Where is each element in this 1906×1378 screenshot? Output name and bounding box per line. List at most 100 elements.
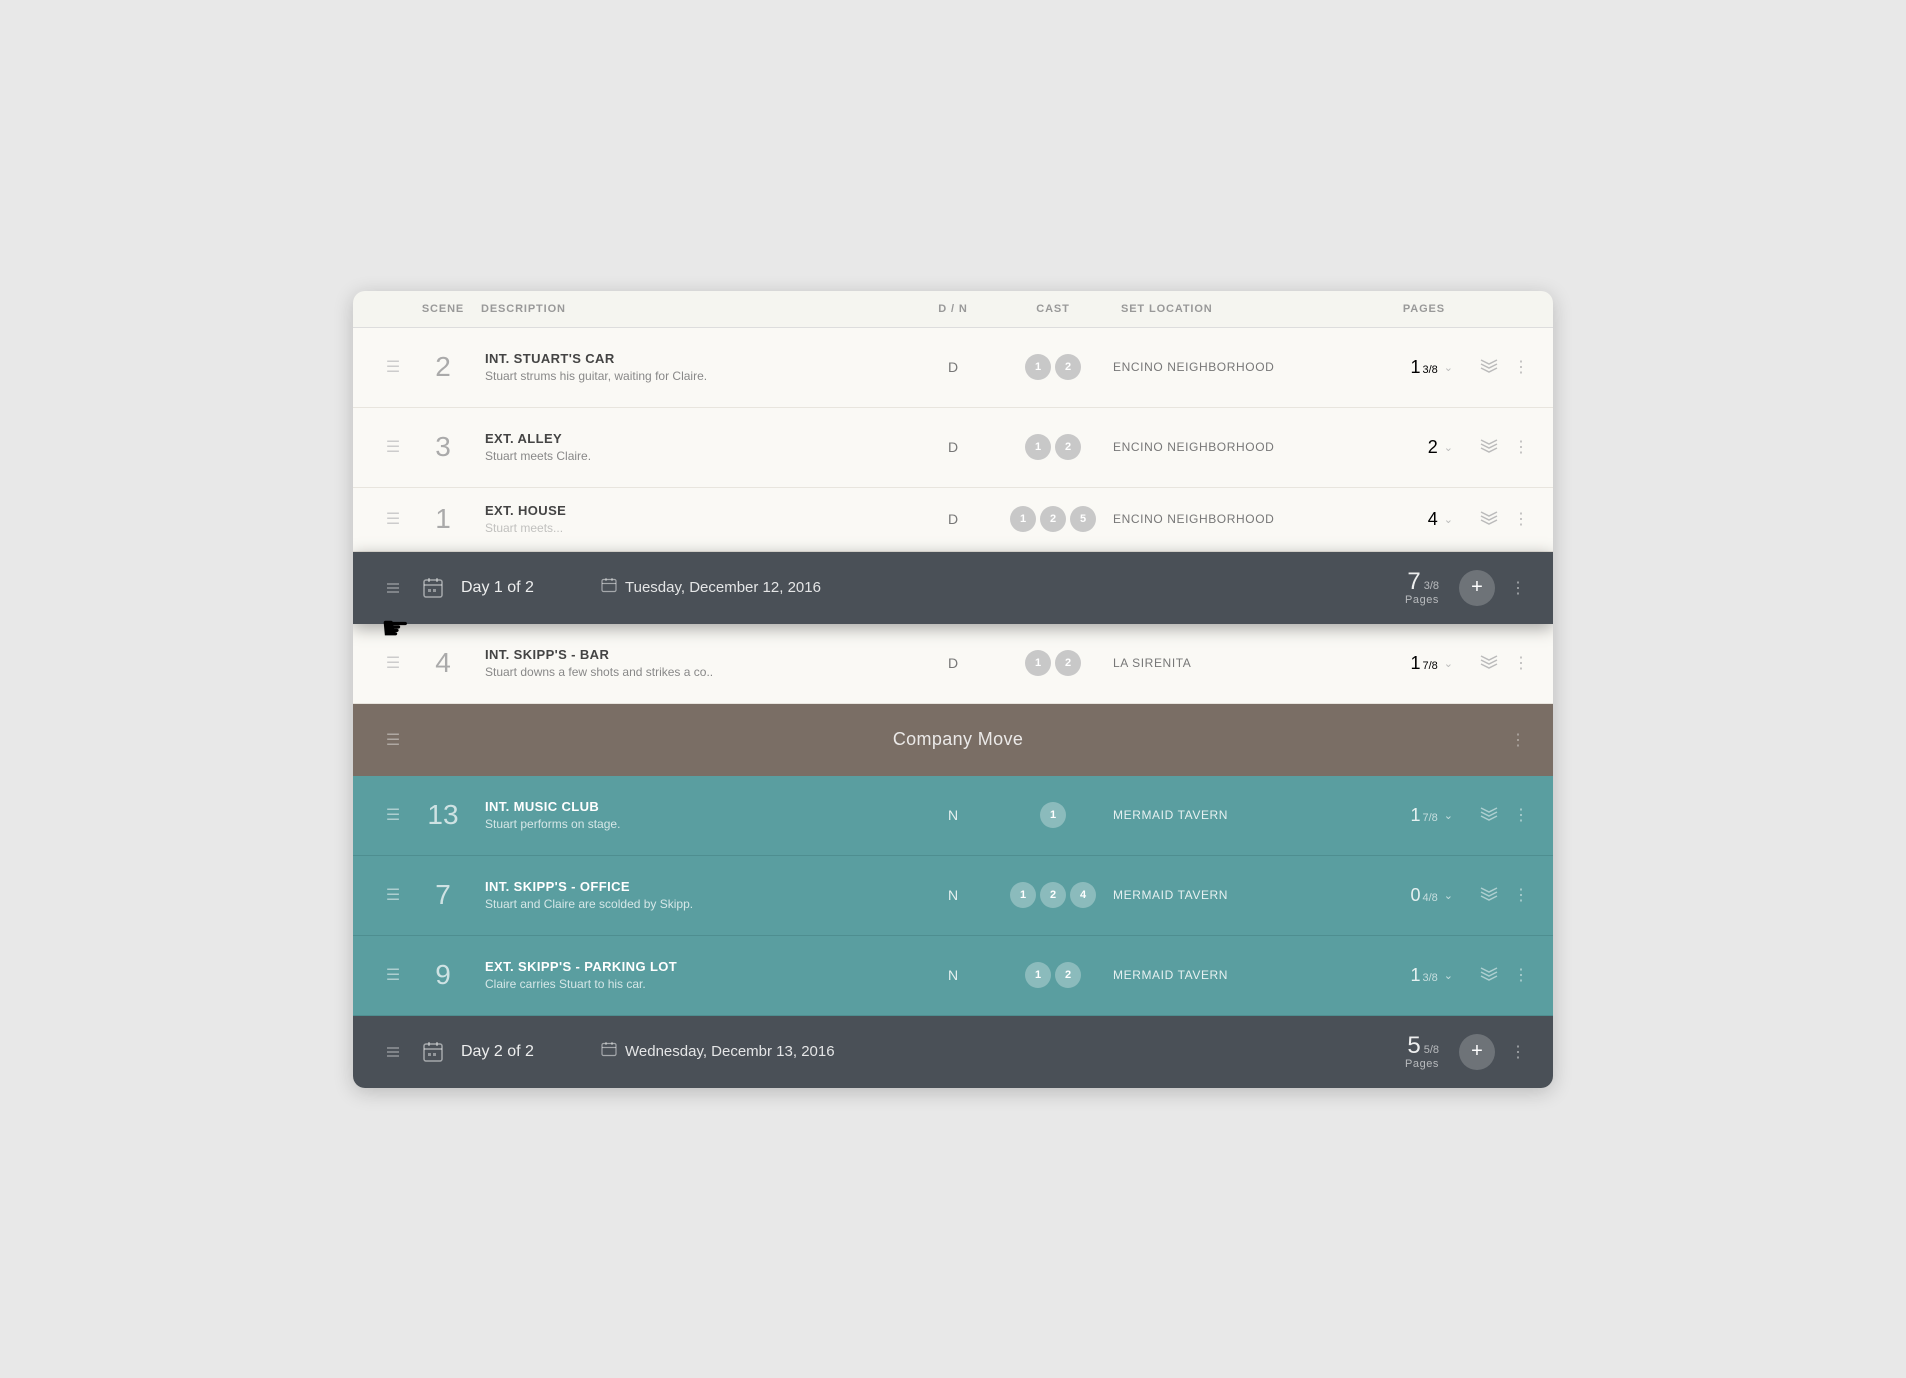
pages-display: 0 4/8 <box>1410 885 1437 906</box>
drag-handle[interactable]: ☰ <box>373 805 413 825</box>
actions-column: ⋮ <box>1453 961 1533 989</box>
schedule-icon <box>413 576 453 600</box>
pages-integer: 1 <box>1410 357 1420 378</box>
scene-row-2: ☰ 2 INT. STUART'S CAR Stuart strums his … <box>353 328 1553 408</box>
add-scene-button[interactable]: + <box>1459 570 1495 606</box>
day-more-icon[interactable]: ⋮ <box>1503 578 1533 598</box>
drag-handle[interactable]: ☰ <box>373 885 413 905</box>
day-date: Tuesday, December 12, 2016 <box>581 577 1405 598</box>
dm-value: D <box>913 655 993 671</box>
scene-number: 9 <box>413 959 473 991</box>
more-icon[interactable]: ⋮ <box>1509 651 1533 675</box>
cast-column: 1 2 <box>993 650 1113 676</box>
scene-row-1: ☰ 1 EXT. HOUSE Stuart meets... D 1 2 5 E… <box>353 488 1553 552</box>
scene-row-7: ☰ 7 INT. SKIPP'S - OFFICE Stuart and Cla… <box>353 856 1553 936</box>
chevron-down-icon[interactable]: ⌄ <box>1444 657 1453 670</box>
drag-handle[interactable]: ☰ <box>373 509 413 529</box>
pages-column: 1 7/8 ⌄ <box>1333 805 1453 826</box>
cast-badge: 1 <box>1040 802 1066 828</box>
cast-badge: 5 <box>1070 506 1096 532</box>
company-move-row: ☰ Company Move ⋮ <box>353 704 1553 776</box>
layers-icon[interactable] <box>1475 801 1503 829</box>
day-pages-number: 5 <box>1407 1034 1420 1058</box>
scene-description: INT. SKIPP'S - BAR Stuart downs a few sh… <box>473 647 913 679</box>
cast-badge: 1 <box>1010 882 1036 908</box>
pages-display: 1 7/8 <box>1410 653 1437 674</box>
location-value: MERMAID TAVERN <box>1113 808 1333 822</box>
layers-icon[interactable] <box>1475 961 1503 989</box>
pages-integer: 0 <box>1410 885 1420 906</box>
pages-integer: 2 <box>1428 437 1438 458</box>
layers-icon[interactable] <box>1475 353 1503 381</box>
cast-column: 1 2 <box>993 434 1113 460</box>
chevron-down-icon[interactable]: ⌄ <box>1444 969 1453 982</box>
day-drag-handle[interactable] <box>373 580 413 596</box>
pages-display: 1 3/8 <box>1410 965 1437 986</box>
cast-badge: 1 <box>1025 962 1051 988</box>
chevron-down-icon[interactable]: ⌄ <box>1444 441 1453 454</box>
cast-badge: 1 <box>1010 506 1036 532</box>
pages-column: 1 3/8 ⌄ <box>1333 357 1453 378</box>
day-date-text: Tuesday, December 12, 2016 <box>625 579 821 596</box>
day-pages-fraction: 5/8 <box>1424 1044 1439 1056</box>
chevron-down-icon[interactable]: ⌄ <box>1444 513 1453 526</box>
location-value: MERMAID TAVERN <box>1113 888 1333 902</box>
drag-handle[interactable]: ☰ <box>373 653 413 673</box>
scene-title: INT. STUART'S CAR <box>485 351 901 366</box>
dm-value: N <box>913 807 993 823</box>
drag-handle[interactable]: ☰ <box>373 357 413 377</box>
pages-fraction: 7/8 <box>1422 660 1437 672</box>
pages-column: 1 7/8 ⌄ <box>1333 653 1453 674</box>
pages-display: 1 3/8 <box>1410 357 1437 378</box>
chevron-down-icon[interactable]: ⌄ <box>1444 809 1453 822</box>
dm-value: D <box>913 359 993 375</box>
drag-handle[interactable]: ☰ <box>373 965 413 985</box>
pages-integer: 4 <box>1428 509 1438 530</box>
cast-badge: 4 <box>1070 882 1096 908</box>
scene-row-9: ☰ 9 EXT. SKIPP'S - PARKING LOT Claire ca… <box>353 936 1553 1016</box>
scene-description: EXT. HOUSE Stuart meets... <box>473 503 913 535</box>
layers-icon[interactable] <box>1475 881 1503 909</box>
col-header-description: DESCRIPTION <box>473 291 913 327</box>
layers-icon[interactable] <box>1475 649 1503 677</box>
scene-subtitle: Stuart performs on stage. <box>485 817 901 831</box>
more-icon[interactable]: ⋮ <box>1509 507 1533 531</box>
scene-subtitle: Stuart meets Claire. <box>485 449 901 463</box>
add-scene-button[interactable]: + <box>1459 1034 1495 1070</box>
chevron-down-icon[interactable]: ⌄ <box>1444 361 1453 374</box>
scene-description: INT. SKIPP'S - OFFICE Stuart and Claire … <box>473 879 913 911</box>
day-pages-label: Pages <box>1405 1058 1439 1070</box>
main-container: SCENE DESCRIPTION D / N CAST SET LOCATIO… <box>353 291 1553 1088</box>
company-more-icon[interactable]: ⋮ <box>1503 730 1533 750</box>
layers-icon[interactable] <box>1475 505 1503 533</box>
cast-badge: 2 <box>1040 506 1066 532</box>
company-move-drag[interactable]: ☰ <box>373 730 413 750</box>
day-drag-handle[interactable] <box>373 1044 413 1060</box>
layers-icon[interactable] <box>1475 433 1503 461</box>
more-icon[interactable]: ⋮ <box>1509 803 1533 827</box>
scene-subtitle: Stuart downs a few shots and strikes a c… <box>485 665 901 679</box>
scene-title: EXT. HOUSE <box>485 503 901 518</box>
chevron-down-icon[interactable]: ⌄ <box>1444 889 1453 902</box>
more-icon[interactable]: ⋮ <box>1509 435 1533 459</box>
cast-badge: 2 <box>1055 354 1081 380</box>
day-1-header: Day 1 of 2 Tuesday, December 12, 2016 7 … <box>353 552 1553 624</box>
pages-column: 2 ⌄ <box>1333 437 1453 458</box>
scene-row-3: ☰ 3 EXT. ALLEY Stuart meets Claire. D 1 … <box>353 408 1553 488</box>
scene-number: 13 <box>413 799 473 831</box>
scene-number: 7 <box>413 879 473 911</box>
scene-subtitle: Stuart meets... <box>485 521 901 535</box>
col-header-actions <box>1453 291 1533 327</box>
drag-handle[interactable]: ☰ <box>373 437 413 457</box>
cast-column: 1 2 5 <box>993 506 1113 532</box>
more-icon[interactable]: ⋮ <box>1509 963 1533 987</box>
cast-badge: 2 <box>1055 434 1081 460</box>
more-icon[interactable]: ⋮ <box>1509 355 1533 379</box>
scene-number: 4 <box>413 647 473 679</box>
day-more-icon[interactable]: ⋮ <box>1503 1042 1533 1062</box>
more-icon[interactable]: ⋮ <box>1509 883 1533 907</box>
scene-title: INT. SKIPP'S - OFFICE <box>485 879 901 894</box>
dm-value: N <box>913 887 993 903</box>
pages-integer: 1 <box>1410 653 1420 674</box>
actions-column: ⋮ <box>1453 433 1533 461</box>
